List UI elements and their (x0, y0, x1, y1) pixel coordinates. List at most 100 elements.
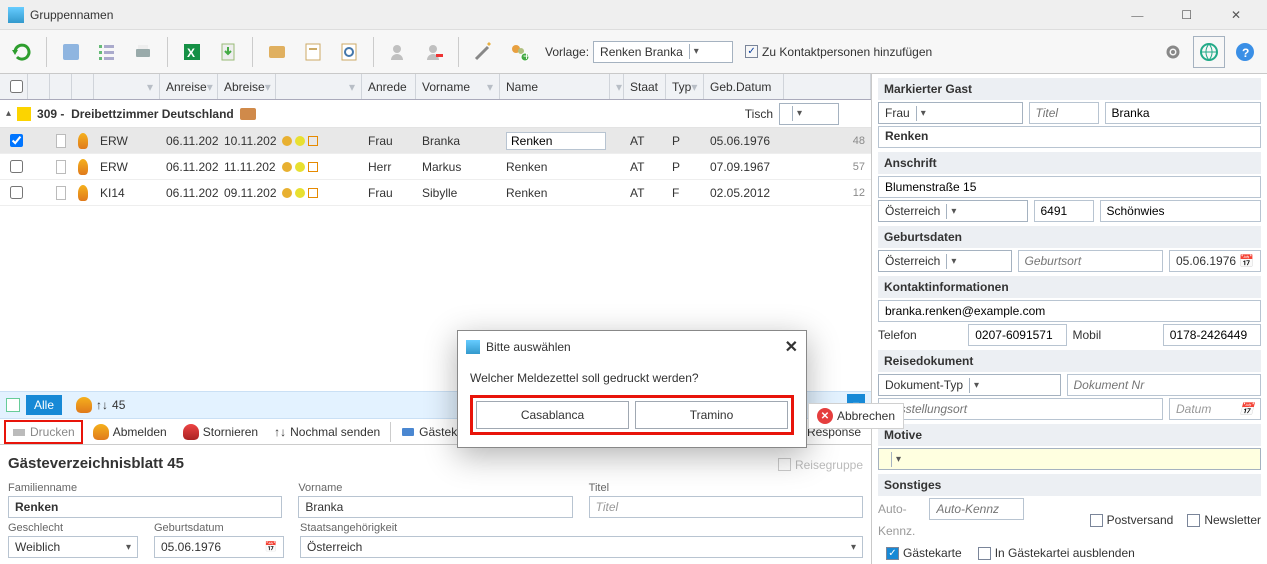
drucken-button[interactable]: Drucken (4, 420, 83, 444)
country-combo[interactable]: Österreich▾ (878, 200, 1028, 222)
col-name[interactable]: Name (506, 80, 538, 94)
postversand-checkbox[interactable]: Postversand (1090, 498, 1174, 542)
table-row[interactable]: KI1406.11.202409.11.2024FrauSibylleRenke… (0, 180, 871, 206)
gebdat-side-input[interactable]: 05.06.1976📅 (1169, 250, 1261, 272)
export-button[interactable] (212, 36, 244, 68)
abmelden-label: Abmelden (113, 425, 167, 439)
print-select-dialog: Bitte auswählen ✕ Welcher Meldezettel so… (457, 330, 807, 448)
card-icon (401, 425, 415, 439)
dialog-close-button[interactable]: ✕ (785, 337, 798, 357)
guestcard-button[interactable] (261, 36, 293, 68)
help-button[interactable]: ? (1229, 36, 1261, 68)
anschrift-head: Anschrift (878, 152, 1261, 174)
newsletter-checkbox[interactable]: Newsletter (1187, 498, 1261, 542)
casablanca-button[interactable]: Casablanca (476, 401, 629, 429)
staat-combo[interactable]: Österreich▾ (300, 536, 863, 558)
plz-input[interactable] (1034, 200, 1094, 222)
vorname-input[interactable] (1105, 102, 1262, 124)
city-input[interactable] (1100, 200, 1262, 222)
detail-title: Gästeverzeichnisblatt 45 (8, 455, 184, 472)
person-cancel-icon (183, 424, 199, 440)
filter-clear[interactable] (6, 398, 20, 412)
vorname-input[interactable]: Branka (298, 496, 572, 518)
table-row[interactable]: ERW06.11.202411.11.2024HerrMarkusRenkenA… (0, 154, 871, 180)
svg-text:+: + (523, 49, 529, 62)
nochmal-button[interactable]: ↑↓Nochmal senden (268, 422, 386, 442)
add-guest-button[interactable] (382, 36, 414, 68)
filter-count[interactable]: ↑↓ 45 (68, 394, 133, 416)
room-no: 309 - (37, 107, 64, 121)
familienname-input[interactable]: Renken (8, 496, 282, 518)
cancel-button[interactable]: ✕ Abbrechen (808, 403, 904, 429)
doktyp-combo[interactable]: Dokument-Typ▾ (878, 374, 1061, 396)
reisegruppe-checkbox[interactable]: Reisegruppe (778, 458, 863, 472)
col-vorname[interactable]: Vorname (422, 80, 470, 94)
settings-button[interactable] (1157, 36, 1189, 68)
add-to-contacts-checkbox[interactable]: ✓ Zu Kontaktpersonen hinzufügen (745, 45, 932, 59)
gastekarte-checkbox[interactable]: ✓Gästekarte (886, 546, 962, 560)
col-anreise[interactable]: Anreise (166, 80, 207, 94)
col-staat[interactable]: Staat (630, 80, 658, 94)
motive-combo[interactable]: ▾ (878, 448, 1261, 470)
postversand-label: Postversand (1107, 513, 1174, 527)
col-anrede[interactable]: Anrede (368, 80, 407, 94)
web-button[interactable] (1193, 36, 1225, 68)
reisegruppe-label: Reisegruppe (795, 458, 863, 472)
refresh-button[interactable] (6, 36, 38, 68)
select-all-checkbox[interactable] (10, 80, 23, 93)
titel-input[interactable]: Titel (589, 496, 863, 518)
table-row[interactable]: ERW06.11.202410.11.2024FrauBrankaATP05.0… (0, 128, 871, 154)
tel-label: Telefon (878, 324, 962, 346)
street-input[interactable] (878, 176, 1261, 198)
maximize-button[interactable]: ☐ (1164, 1, 1210, 29)
save-button[interactable] (55, 36, 87, 68)
template-combo[interactable]: Renken Branka ▾ (593, 41, 733, 63)
filter-alle[interactable]: Alle (26, 395, 62, 415)
ausblenden-label: In Gästekartei ausblenden (995, 546, 1135, 560)
kontakt-head: Kontaktinformationen (878, 276, 1261, 298)
col-abreise[interactable]: Abreise (224, 80, 265, 94)
table-combo[interactable]: ▾ (779, 103, 839, 125)
stornieren-button[interactable]: Stornieren (177, 421, 264, 443)
staat-label: Staatsangehörigkeit (300, 522, 863, 534)
ausdatum-input[interactable]: Datum📅 (1169, 398, 1261, 420)
nachname-input[interactable]: Renken (878, 126, 1261, 148)
ausort-input[interactable] (878, 398, 1163, 420)
col-gebdatum[interactable]: Geb.Datum (710, 80, 771, 94)
grid-body: ERW06.11.202410.11.2024FrauBrankaATP05.0… (0, 128, 871, 206)
group-row[interactable]: ▴ 309 - Dreibettzimmer Deutschland Tisch… (0, 100, 871, 128)
main-toolbar: X + Vorlage: Renken Branka ▾ ✓ Zu Kontak… (0, 30, 1267, 74)
tel-input[interactable] (968, 324, 1066, 346)
doknr-input[interactable] (1067, 374, 1262, 396)
tramino-button[interactable]: Tramino (635, 401, 788, 429)
gebcountry-combo[interactable]: Österreich▾ (878, 250, 1012, 272)
wand-button[interactable] (467, 36, 499, 68)
app-icon (8, 7, 24, 23)
remove-guest-button[interactable] (418, 36, 450, 68)
col-typ[interactable]: Typ (672, 80, 691, 94)
close-button[interactable]: ✕ (1213, 1, 1259, 29)
gebdat-value: 05.06.1976 (161, 540, 221, 554)
email-input[interactable] (878, 300, 1261, 322)
add-contact-button[interactable]: + (503, 36, 535, 68)
print-button[interactable] (127, 36, 159, 68)
drucken-label: Drucken (30, 425, 75, 439)
list-button[interactable] (91, 36, 123, 68)
abmelden-button[interactable]: Abmelden (87, 421, 173, 443)
geschlecht-combo[interactable]: Weiblich▾ (8, 536, 138, 558)
anrede-combo[interactable]: Frau▾ (878, 102, 1023, 124)
form-button[interactable] (297, 36, 329, 68)
search-guest-button[interactable] (333, 36, 365, 68)
export-excel-button[interactable]: X (176, 36, 208, 68)
mobil-input[interactable] (1163, 324, 1261, 346)
minimize-button[interactable]: — (1114, 1, 1160, 29)
ausblenden-checkbox[interactable]: In Gästekartei ausblenden (978, 546, 1135, 560)
mobil-label: Mobil (1073, 324, 1157, 346)
dialog-title: Bitte auswählen (486, 340, 785, 354)
gebort-input[interactable] (1018, 250, 1164, 272)
stornieren-label: Stornieren (203, 425, 258, 439)
auto-input[interactable] (929, 498, 1024, 520)
titel-input[interactable] (1029, 102, 1099, 124)
gebdat-input[interactable]: 05.06.1976📅 (154, 536, 284, 558)
add-to-contacts-label: Zu Kontaktpersonen hinzufügen (762, 45, 932, 59)
